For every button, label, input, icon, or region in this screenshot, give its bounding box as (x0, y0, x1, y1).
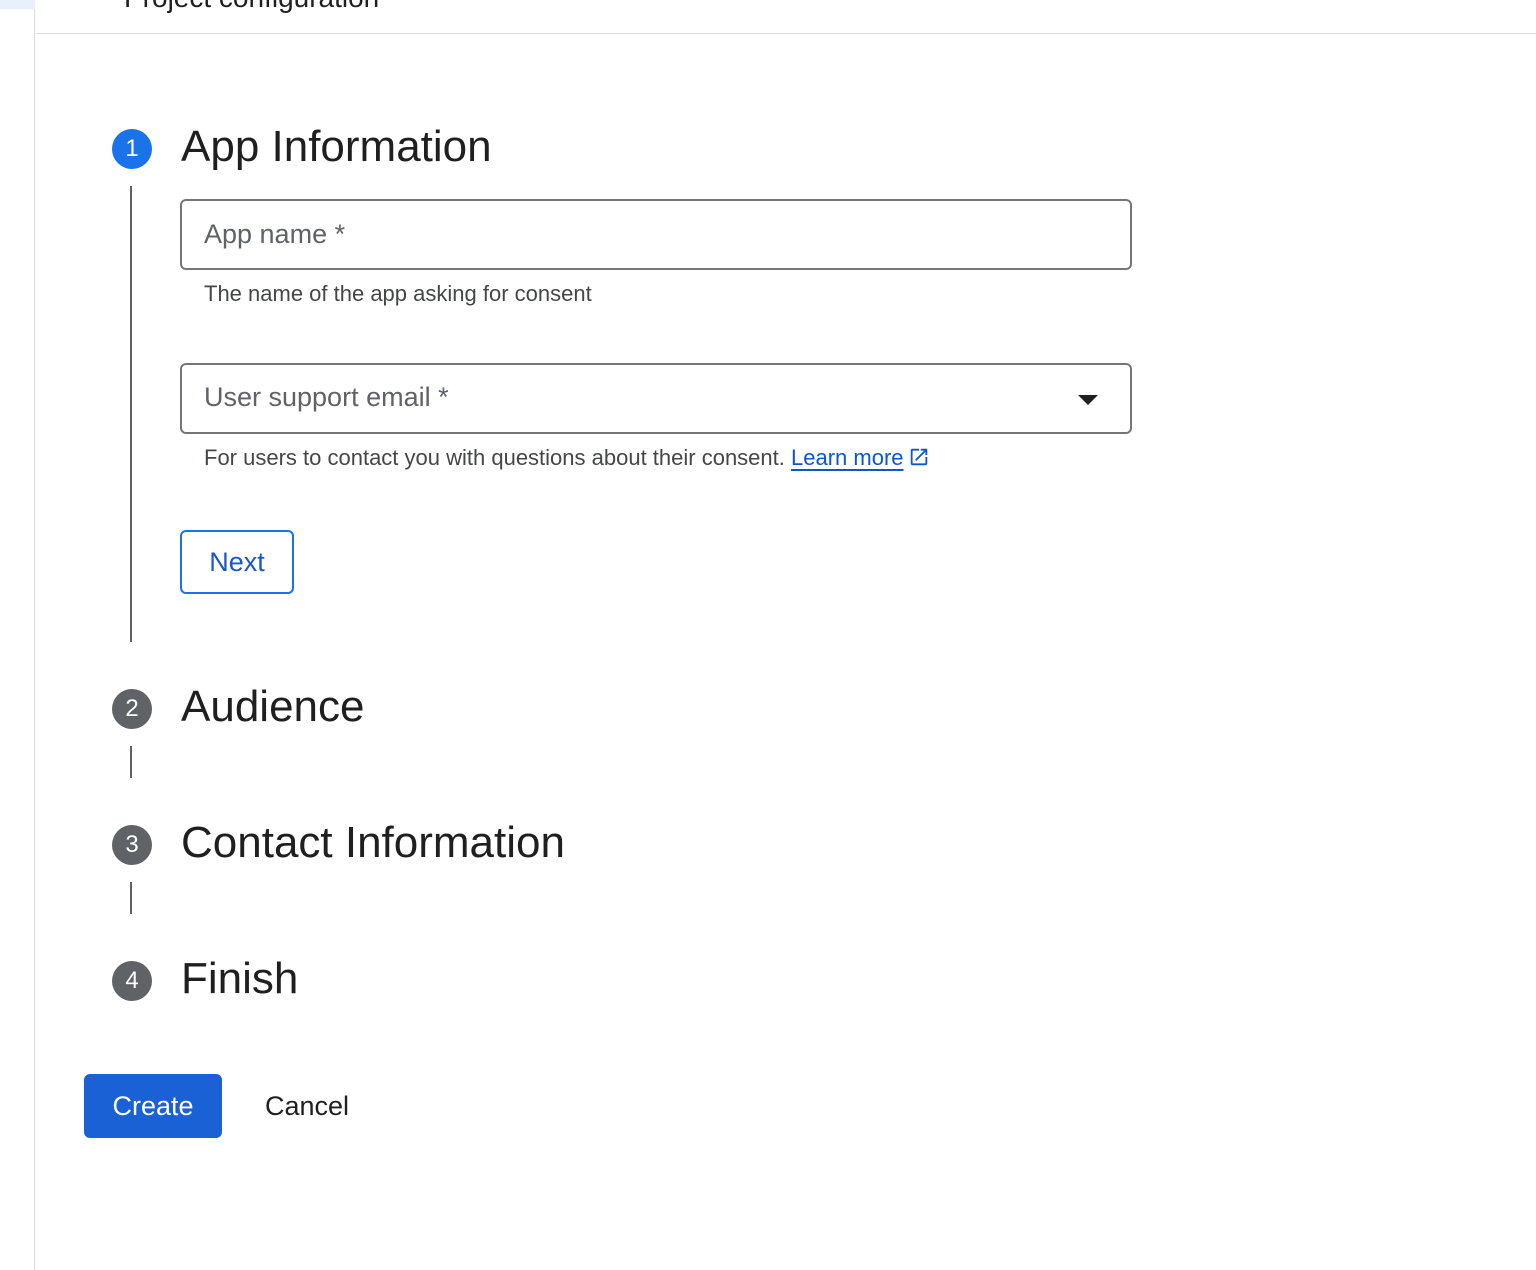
step-connector (130, 186, 132, 642)
page-title: Project configuration (124, 0, 379, 14)
oauth-consent-page: Project configuration 1 App Information … (0, 0, 1536, 1270)
next-button[interactable]: Next (180, 530, 294, 594)
step-connector (130, 882, 132, 914)
step-number-badge: 4 (112, 961, 152, 1001)
user-support-email-label: User support email * (204, 382, 449, 412)
app-name-field[interactable] (180, 199, 1132, 270)
step-number-badge: 1 (112, 129, 152, 169)
step-number-badge: 2 (112, 689, 152, 729)
app-name-hint: The name of the app asking for consent (204, 281, 592, 306)
step-title: App Information (181, 122, 492, 171)
user-support-email-hint-text: For users to contact you with questions … (204, 445, 785, 470)
step-connector (130, 746, 132, 778)
step-number-badge: 3 (112, 825, 152, 865)
chevron-down-icon (1078, 395, 1098, 405)
step-title: Audience (181, 682, 365, 731)
step-title: Contact Information (181, 818, 565, 867)
cancel-button[interactable]: Cancel (246, 1074, 368, 1138)
page-header: Project configuration (36, 0, 1536, 34)
learn-more-link[interactable]: Learn more (791, 445, 904, 470)
create-button[interactable]: Create (84, 1074, 222, 1138)
user-support-email-hint: For users to contact you with questions … (204, 445, 930, 471)
left-nav-active-item[interactable] (0, 0, 35, 9)
left-nav-rail (0, 0, 35, 1270)
step-title: Finish (181, 954, 299, 1003)
external-link-icon[interactable] (908, 446, 930, 468)
app-name-input[interactable] (182, 201, 1130, 268)
user-support-email-select[interactable]: User support email * (180, 363, 1132, 434)
learn-more-label: Learn more (791, 445, 904, 470)
